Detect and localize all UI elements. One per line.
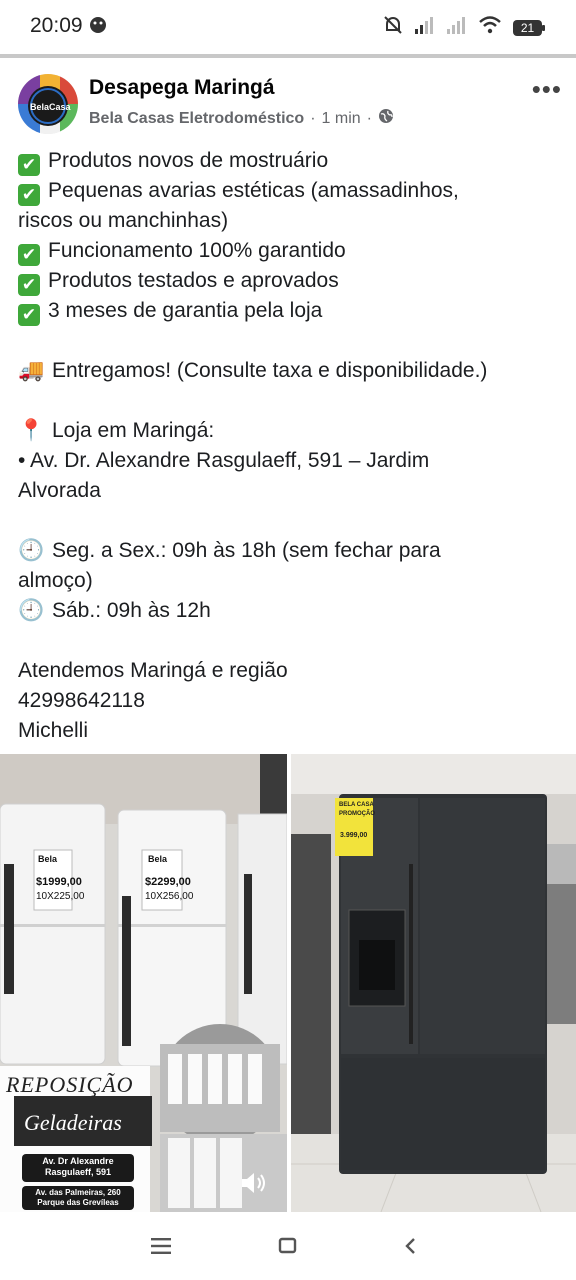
post-text-line: 🚚 Entregamos! (Consulte taxa e disponibil… <box>18 356 563 386</box>
post-text-line: 42998642118 <box>18 686 563 716</box>
post-text-line: 📍 Loja em Maringá: <box>18 416 563 446</box>
post-body: ✔ Produtos novos de mostruário ✔ Pequenas a… <box>18 146 563 746</box>
post-text: Seg. a Sex.: 09h às 18h (sem fechar para <box>52 539 441 562</box>
status-bar: 20:09 21 <box>0 0 576 54</box>
price-tag-2-price: $2299,00 <box>145 876 191 888</box>
banner-subtitle: Geladeiras <box>24 1110 122 1135</box>
post-text: • Av. Dr. Alexandre Rasgulaeff, 591 – Ja… <box>18 449 430 472</box>
back-icon[interactable] <box>394 1230 426 1262</box>
battery-level: 21 <box>520 20 535 35</box>
promo-tag-price: 3.999,00 <box>340 832 368 839</box>
clock-icon: 🕘 <box>18 599 45 622</box>
author-name[interactable]: Bela Casas Eletrodoméstico <box>89 110 304 128</box>
post-text-line <box>18 326 563 356</box>
post-text: Entregamos! (Consulte taxa e disponibili… <box>52 359 488 382</box>
photo-refrigerators-white[interactable]: Bela $1999,00 10X225,00 Bela $2299,00 10… <box>0 754 287 1212</box>
clock-icon: 🕘 <box>18 539 45 562</box>
post-text-line: ✔ 3 meses de garantia pela loja <box>18 296 563 326</box>
signal-icon-2 <box>446 15 468 40</box>
post-text-line <box>18 506 563 536</box>
post-text: Produtos testados e aprovados <box>48 269 339 292</box>
price-tag-2-installments: 10X256,00 <box>145 891 194 902</box>
post-text-line: ✔ Funcionamento 100% garantido <box>18 236 563 266</box>
banner-address-2: Av. das Palmeiras, 260 Parque das Grevíl… <box>35 1188 121 1207</box>
post-text-line: 🕘 Sáb.: 09h às 12h <box>18 596 563 626</box>
android-nav-bar <box>0 1212 576 1280</box>
group-name[interactable]: Desapega Maringá <box>89 76 275 100</box>
globe-icon <box>378 108 394 129</box>
post-text-line: ✔ Produtos novos de mostruário <box>18 146 563 176</box>
post-text: Sáb.: 09h às 12h <box>52 599 211 622</box>
pin-icon: 📍 <box>18 419 45 442</box>
post-text-line: • Av. Dr. Alexandre Rasgulaeff, 591 – Ja… <box>18 446 563 476</box>
post-meta: Bela Casas Eletrodoméstico · 1 min · <box>89 108 394 129</box>
post-photos[interactable]: Bela $1999,00 10X225,00 Bela $2299,00 10… <box>0 754 576 1212</box>
promo-tag-line-1: BELA CASA <box>339 802 374 808</box>
notification-app-icon <box>87 14 109 41</box>
post-text-line: almoço) <box>18 566 563 596</box>
avatar-logo-text: BelaCasa <box>30 102 71 112</box>
post-text: 42998642118 <box>18 689 145 712</box>
banner-title: REPOSIÇÃO <box>6 1072 134 1097</box>
post-text-line: ✔ Produtos testados e aprovados <box>18 266 563 296</box>
wifi-icon <box>478 15 502 40</box>
post-text-line: riscos ou manchinhas) <box>18 206 563 236</box>
post-text: riscos ou manchinhas) <box>18 209 229 232</box>
meta-separator: · <box>310 109 316 127</box>
check-icon: ✔ <box>18 154 40 176</box>
post-text-line: Alvorada <box>18 476 563 506</box>
post-text: Michelli <box>18 719 89 742</box>
post-text: 3 meses de garantia pela loja <box>48 299 323 322</box>
video-sound-icon[interactable] <box>238 1168 268 1203</box>
battery-icon: 21 <box>512 19 546 37</box>
truck-icon: 🚚 <box>18 359 45 382</box>
price-tag-1-brand: Bela <box>38 854 58 864</box>
promo-tag-line-2: PROMOÇÃO <box>339 811 375 817</box>
post-text: Pequenas avarias estéticas (amassadinhos… <box>48 179 459 202</box>
check-icon: ✔ <box>18 184 40 206</box>
post-text: Funcionamento 100% garantido <box>48 239 346 262</box>
post-text-line: 🕘 Seg. a Sex.: 09h às 18h (sem fechar par… <box>18 536 563 566</box>
photo-refrigerator-black[interactable]: BELA CASA PROMOÇÃO 3.999,00 <box>291 754 576 1212</box>
price-tag-1-price: $1999,00 <box>36 876 82 888</box>
post-text: Produtos novos de mostruário <box>48 149 329 172</box>
post-text: almoço) <box>18 569 93 592</box>
post-header: BelaCasa Desapega Maringá Bela Casas Ele… <box>0 58 576 148</box>
post-text-line <box>18 626 563 656</box>
menu-icon[interactable] <box>146 1230 178 1262</box>
meta-separator-2: · <box>366 109 372 127</box>
status-time: 20:09 <box>30 14 83 37</box>
post-text: Loja em Maringá: <box>52 419 215 442</box>
status-icons: 21 <box>382 14 546 41</box>
check-icon: ✔ <box>18 304 40 326</box>
post-text: Alvorada <box>18 479 101 502</box>
group-avatar[interactable]: BelaCasa <box>18 74 78 134</box>
price-tag-2-brand: Bela <box>148 854 168 864</box>
signal-icon <box>414 15 436 40</box>
more-options-button[interactable]: ••• <box>532 74 562 105</box>
post-text-line: Atendemos Maringá e região <box>18 656 563 686</box>
post-text: Atendemos Maringá e região <box>18 659 288 682</box>
banner-address-1: Av. Dr Alexandre Rasgulaeff, 591 <box>42 1156 114 1177</box>
post-text-line: Michelli <box>18 716 563 746</box>
post-text-line: ✔ Pequenas avarias estéticas (amassadinho… <box>18 176 563 206</box>
post-time[interactable]: 1 min <box>322 110 361 128</box>
check-icon: ✔ <box>18 274 40 296</box>
price-tag-1-installments: 10X225,00 <box>36 891 85 902</box>
post-text-line <box>18 386 563 416</box>
mute-icon <box>382 14 404 41</box>
check-icon: ✔ <box>18 244 40 266</box>
home-square-icon[interactable] <box>272 1230 304 1262</box>
